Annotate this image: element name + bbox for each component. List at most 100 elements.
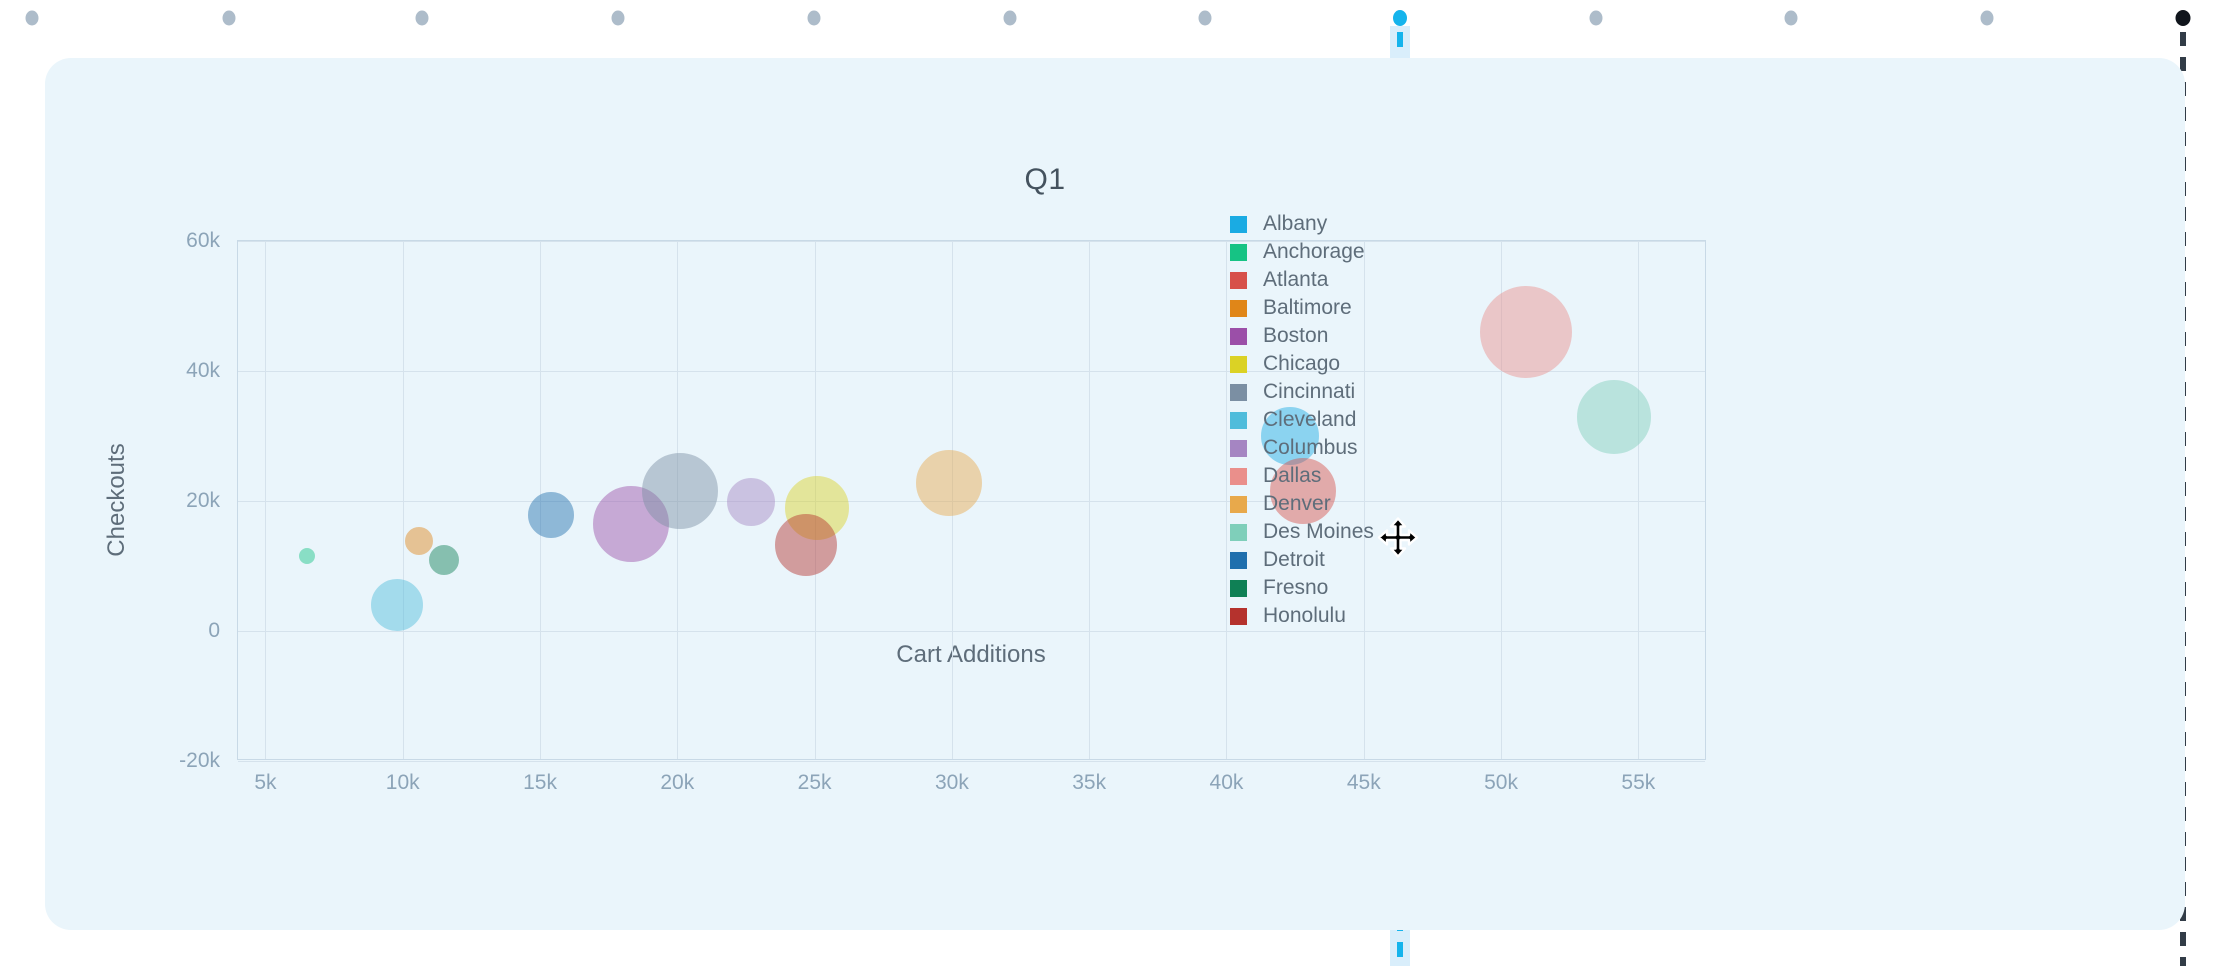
legend-label: Baltimore bbox=[1263, 296, 1352, 319]
legend-label: Columbus bbox=[1263, 436, 1358, 459]
legend-label: Boston bbox=[1263, 324, 1329, 347]
timeline-dot-3[interactable] bbox=[611, 10, 625, 26]
legend-item-denver[interactable]: Denver bbox=[1230, 490, 1374, 518]
bubble-des-moines[interactable] bbox=[1576, 379, 1651, 454]
legend-item-dallas[interactable]: Dallas bbox=[1230, 462, 1374, 490]
guide-dash bbox=[2180, 957, 2186, 966]
legend-swatch-icon bbox=[1230, 495, 1247, 513]
x-tick-label: 25k bbox=[797, 771, 832, 794]
legend-item-columbus[interactable]: Columbus bbox=[1230, 434, 1374, 462]
timeline-dot-11[interactable] bbox=[2175, 10, 2191, 26]
x-tick-label: 10k bbox=[385, 771, 420, 794]
timeline-dot-1[interactable] bbox=[222, 10, 236, 26]
x-tick-label: 35k bbox=[1072, 771, 1107, 794]
legend[interactable]: Albany Anchorage Atlanta Baltimore Boston Chi… bbox=[1230, 210, 1374, 630]
timeline-dot-2[interactable] bbox=[415, 10, 429, 26]
bubble-dallas[interactable] bbox=[1479, 286, 1572, 378]
gridline-vertical bbox=[1089, 241, 1091, 759]
legend-item-detroit[interactable]: Detroit bbox=[1230, 546, 1374, 574]
bubble-baltimore[interactable] bbox=[405, 527, 434, 556]
legend-swatch-icon bbox=[1230, 467, 1247, 485]
legend-item-cincinnati[interactable]: Cincinnati bbox=[1230, 378, 1374, 406]
bubble-denver[interactable] bbox=[916, 449, 983, 516]
gridline-vertical bbox=[1226, 241, 1228, 759]
legend-label: Chicago bbox=[1263, 352, 1341, 375]
legend-label: Atlanta bbox=[1263, 268, 1329, 291]
gridline-horizontal bbox=[238, 631, 1705, 632]
timeline-dot-4[interactable] bbox=[807, 10, 821, 26]
legend-item-fresno[interactable]: Fresno bbox=[1230, 574, 1374, 602]
x-tick-label: 15k bbox=[523, 771, 557, 794]
timeline-dot-10[interactable] bbox=[1980, 10, 1994, 26]
legend-swatch-icon bbox=[1230, 299, 1247, 317]
legend-swatch-icon bbox=[1230, 523, 1247, 541]
legend-item-cleveland[interactable]: Cleveland bbox=[1230, 406, 1374, 434]
timeline-dot-5[interactable] bbox=[1003, 10, 1017, 26]
legend-label: Dallas bbox=[1263, 464, 1322, 487]
guide-dash bbox=[1397, 942, 1403, 957]
y-tick-label: -20k bbox=[179, 749, 220, 772]
legend-swatch-icon bbox=[1230, 355, 1247, 373]
gridline-vertical bbox=[265, 241, 267, 759]
timeline-dot-7[interactable] bbox=[1393, 10, 1407, 26]
gridline-horizontal bbox=[238, 371, 1705, 372]
legend-swatch-icon bbox=[1230, 607, 1247, 625]
legend-label: Detroit bbox=[1263, 548, 1325, 571]
bubble-cincinnati[interactable] bbox=[642, 453, 719, 530]
legend-swatch-icon bbox=[1230, 383, 1247, 401]
guide-dash bbox=[1397, 32, 1403, 47]
legend-label: Des Moines bbox=[1263, 520, 1374, 543]
legend-swatch-icon bbox=[1230, 411, 1247, 429]
chart-title: Q1 bbox=[1024, 163, 1066, 196]
x-tick-label: 45k bbox=[1346, 771, 1381, 794]
gridline-horizontal bbox=[238, 761, 1705, 762]
y-tick-label: 40k bbox=[186, 359, 220, 382]
legend-swatch-icon bbox=[1230, 215, 1247, 233]
bubble-honolulu[interactable] bbox=[775, 514, 838, 577]
guide-dash bbox=[2180, 932, 2186, 946]
x-tick-label: 40k bbox=[1209, 771, 1244, 794]
guide-dash bbox=[2180, 57, 2186, 71]
bubble-columbus[interactable] bbox=[727, 478, 776, 527]
legend-swatch-icon bbox=[1230, 551, 1247, 569]
legend-item-baltimore[interactable]: Baltimore bbox=[1230, 294, 1374, 322]
x-tick-label: 20k bbox=[660, 771, 695, 794]
legend-label: Albany bbox=[1263, 212, 1328, 235]
timeline-dot-9[interactable] bbox=[1784, 10, 1798, 26]
y-tick-label: 0 bbox=[208, 619, 220, 642]
legend-swatch-icon bbox=[1230, 271, 1247, 289]
x-tick-label: 30k bbox=[934, 771, 969, 794]
legend-label: Cleveland bbox=[1263, 408, 1357, 431]
y-tick-label: 20k bbox=[186, 489, 220, 512]
gridline-horizontal bbox=[238, 241, 1705, 242]
y-tick-label: 60k bbox=[186, 229, 220, 252]
legend-item-boston[interactable]: Boston bbox=[1230, 322, 1374, 350]
legend-item-anchorage[interactable]: Anchorage bbox=[1230, 238, 1374, 266]
chart-screen: Q1 Checkouts Cart Additions 60k 40k 20k 0 -2… bbox=[0, 0, 2236, 966]
legend-item-honolulu[interactable]: Honolulu bbox=[1230, 602, 1374, 630]
timeline-dot-0[interactable] bbox=[25, 10, 39, 26]
bubble-cleveland[interactable] bbox=[371, 579, 424, 631]
guide-dash bbox=[2180, 32, 2186, 46]
legend-label: Cincinnati bbox=[1263, 380, 1356, 403]
legend-swatch-icon bbox=[1230, 327, 1247, 345]
legend-label: Anchorage bbox=[1263, 240, 1365, 263]
timeline-dot-8[interactable] bbox=[1589, 10, 1603, 26]
x-tick-label: 5k bbox=[254, 771, 277, 794]
bubble-anchorage[interactable] bbox=[298, 548, 315, 565]
timeline-dot-6[interactable] bbox=[1198, 10, 1212, 26]
legend-item-des-moines[interactable]: Des Moines bbox=[1230, 518, 1374, 546]
legend-item-atlanta[interactable]: Atlanta bbox=[1230, 266, 1374, 294]
legend-swatch-icon bbox=[1230, 439, 1247, 457]
bubble-detroit[interactable] bbox=[528, 492, 575, 539]
chart-panel: Q1 Checkouts Cart Additions 60k 40k 20k 0 -2… bbox=[45, 58, 2185, 930]
legend-label: Honolulu bbox=[1263, 604, 1346, 627]
gridline-vertical bbox=[402, 241, 404, 759]
bubble-fresno[interactable] bbox=[428, 544, 459, 575]
plot-area: 60k 40k 20k 0 -20k 5k 10k 15k 20k 25k 30k 35k 40k 45… bbox=[179, 229, 1706, 794]
legend-swatch-icon bbox=[1230, 579, 1247, 597]
legend-label: Fresno bbox=[1263, 576, 1329, 599]
y-axis-label: Checkouts bbox=[103, 443, 130, 557]
legend-item-chicago[interactable]: Chicago bbox=[1230, 350, 1374, 378]
legend-item-albany[interactable]: Albany bbox=[1230, 210, 1374, 238]
